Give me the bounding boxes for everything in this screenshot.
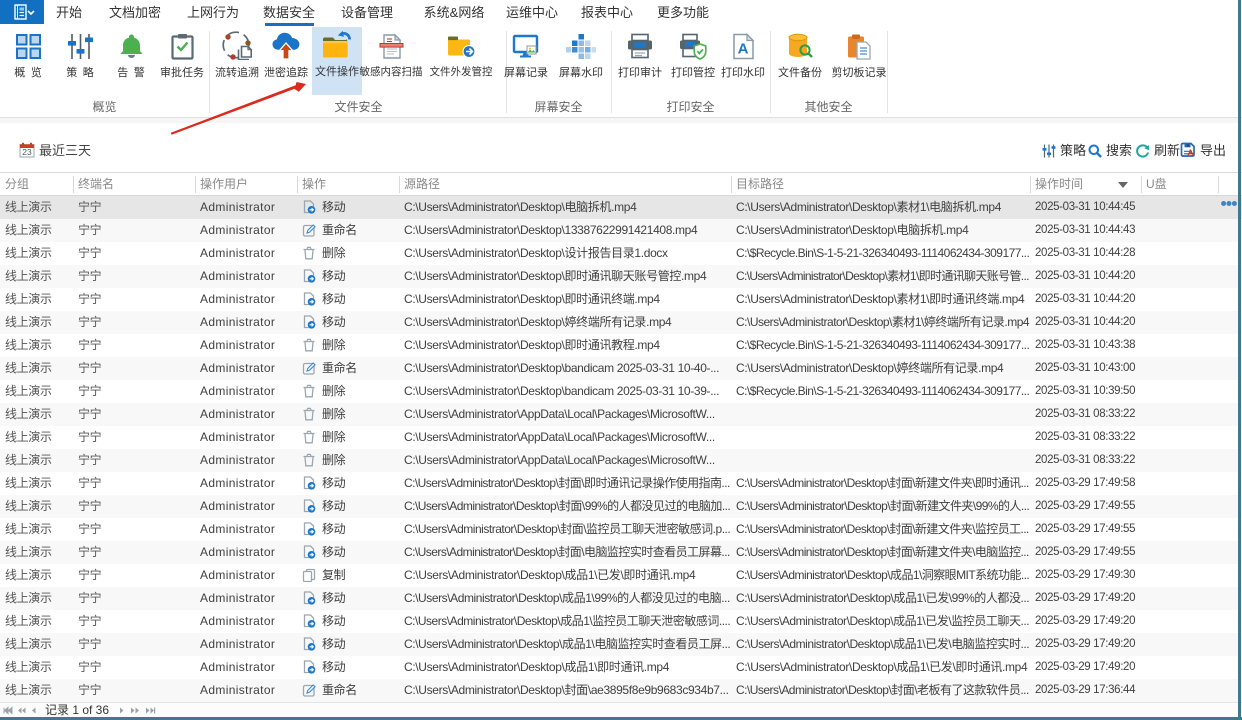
svg-text:23: 23	[22, 147, 32, 157]
svg-text:A: A	[738, 41, 749, 58]
